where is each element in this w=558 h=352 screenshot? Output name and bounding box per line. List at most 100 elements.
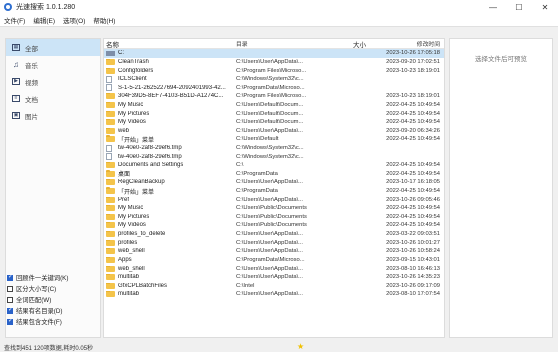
- sidebar-item-image[interactable]: ▣ 图片: [6, 107, 100, 124]
- file-icon: [106, 75, 112, 83]
- folder-icon: [106, 248, 115, 255]
- file-name: My Videos: [118, 119, 146, 126]
- cell-date: 2022-04-25 10:49:54: [386, 222, 440, 229]
- menu-file[interactable]: 文件(F): [0, 15, 29, 25]
- maximize-button[interactable]: ☐: [506, 0, 532, 14]
- menu-options[interactable]: 选项(O): [59, 15, 89, 25]
- star-icon[interactable]: ★: [297, 342, 304, 352]
- cell-dir: C:\Users\User\AppData\...: [236, 58, 304, 65]
- table-row[interactable]: multitab C:\Users\User\AppData\... 2023-10…: [104, 273, 444, 282]
- column-header-size[interactable]: 大小: [340, 39, 366, 49]
- minimize-button[interactable]: —: [480, 0, 506, 14]
- folder-icon: [106, 58, 115, 65]
- menu-help[interactable]: 帮助(H): [89, 15, 119, 25]
- table-row[interactable]: Pref C:\Users\User\AppData\... 2023-10-26 …: [104, 195, 444, 204]
- cell-dir: C:\ProgramData: [236, 170, 278, 177]
- table-row[interactable]: My Videos C:\Users\Default\Docum... 2022-0…: [104, 118, 444, 127]
- file-name: tw-40e0-2af8-29ef6.tmp: [118, 145, 182, 151]
- cell-name: My Videos: [104, 119, 236, 126]
- table-row[interactable]: 「开始」菜单 C:\ProgramData 2022-04-25 10:49:54: [104, 187, 444, 196]
- table-row[interactable]: web C:\Users\User\AppData\... 2023-09-20 0…: [104, 126, 444, 135]
- column-header-dir[interactable]: 目录: [236, 39, 340, 48]
- table-row[interactable]: S-1-5-21-2625227694-2092401993-42... C:\P…: [104, 83, 444, 92]
- checkbox[interactable]: [7, 307, 13, 314]
- table-row[interactable]: Configfolders C:\Program Files\Microso...…: [104, 66, 444, 75]
- cell-name: Configfolders: [104, 67, 236, 74]
- file-results-list[interactable]: 名称 目录 大小 修改时间 C: 2023-10-26 17:05:18 Clean…: [103, 38, 445, 338]
- table-row[interactable]: profiles_to_delete C:\Users\User\AppData\…: [104, 230, 444, 239]
- cell-dir: C:\Users\Public\Documents: [236, 205, 307, 212]
- column-header-name[interactable]: 名称: [104, 39, 236, 49]
- table-row[interactable]: GfxCPLBatchFiles C:\Intel 2023-10-26 09:17…: [104, 281, 444, 290]
- file-name: 「开始」菜单: [118, 189, 155, 196]
- table-row[interactable]: multitab C:\Users\User\AppData\... 2023-08…: [104, 290, 444, 299]
- file-name: My Videos: [118, 222, 146, 229]
- cell-name: 桌面: [104, 169, 236, 178]
- option-whole-word[interactable]: 全词匹配(W): [5, 294, 101, 305]
- sidebar-item-document[interactable]: ≡ 文档: [6, 90, 100, 107]
- option-label: 结果有名目录(D): [16, 308, 63, 315]
- cell-date: 2022-04-25 10:49:54: [386, 110, 440, 117]
- option-case-sensitive[interactable]: 区分大小写(C): [5, 283, 101, 294]
- cell-dir: C:\Windows\System32\c...: [236, 145, 304, 151]
- option-label: 全词匹配(W): [16, 297, 52, 304]
- cell-date: 2023-09-15 10:43:01: [386, 256, 440, 263]
- cell-name: 304F39D5-8EF7-4103-B51D-A1274C...: [104, 93, 236, 100]
- sidebar-item-video[interactable]: ▶ 视频: [6, 73, 100, 90]
- checkbox[interactable]: [7, 274, 13, 281]
- column-header-date[interactable]: 修改时间: [366, 39, 444, 48]
- cell-name: My Videos: [104, 222, 236, 229]
- table-row[interactable]: CleanTrash C:\Users\User\AppData\... 2023-…: [104, 58, 444, 67]
- table-row[interactable]: My Videos C:\Users\Public\Documents 2022-0…: [104, 221, 444, 230]
- cell-date: 2022-04-25 10:49:54: [386, 136, 440, 143]
- all-icon: ▦: [12, 44, 20, 51]
- option-single-keyword[interactable]: 回顾件一关键词(K): [5, 272, 101, 283]
- list-rows: C: 2023-10-26 17:05:18 CleanTrash C:\Users\…: [104, 49, 444, 299]
- checkbox[interactable]: [7, 318, 13, 325]
- file-name: RegCleanBackup: [118, 179, 165, 186]
- folder-icon: [106, 282, 115, 289]
- table-row[interactable]: My Music C:\Users\Default\Docum... 2022-04…: [104, 101, 444, 110]
- sidebar-item-music[interactable]: ♫ 音乐: [6, 56, 100, 73]
- table-row[interactable]: My Pictures C:\Users\Default\Docum... 2022…: [104, 109, 444, 118]
- cell-name: web_shell: [104, 265, 236, 272]
- cell-date: 2023-10-26 10:58:24: [386, 248, 440, 255]
- option-include-files[interactable]: 结果包含文件(F): [5, 316, 101, 327]
- cell-name: My Music: [104, 205, 236, 212]
- cell-dir: C:\Users\User\AppData\...: [236, 231, 304, 238]
- table-row[interactable]: C: 2023-10-26 17:05:18: [104, 49, 444, 58]
- cell-name: My Pictures: [104, 213, 236, 220]
- sidebar-item-label: 视频: [25, 79, 38, 87]
- menu-edit[interactable]: 编辑(E): [29, 15, 59, 25]
- table-row[interactable]: profiles C:\Users\User\AppData\... 2023-10…: [104, 238, 444, 247]
- folder-icon: [106, 93, 115, 100]
- table-row[interactable]: Documents and Settings C:\ 2022-04-25 10:4…: [104, 161, 444, 170]
- sidebar-item-label: 文档: [25, 96, 38, 104]
- table-row[interactable]: Apps C:\ProgramData\Microso... 2023-09-15 …: [104, 256, 444, 265]
- table-row[interactable]: web_shell C:\Users\User\AppData\... 2023-0…: [104, 264, 444, 273]
- table-row[interactable]: My Music C:\Users\Public\Documents 2022-04…: [104, 204, 444, 213]
- table-row[interactable]: My Pictures C:\Users\Public\Documents 2022…: [104, 213, 444, 222]
- cell-name: Documents and Settings: [104, 162, 236, 169]
- close-button[interactable]: ✕: [532, 0, 558, 14]
- checkbox[interactable]: [7, 285, 13, 292]
- table-row[interactable]: 304F39D5-8EF7-4103-B51D-A1274C... C:\Prog…: [104, 92, 444, 101]
- table-row[interactable]: tw-40e0-2af8-29ef6.tmp C:\Windows\System3…: [104, 144, 444, 153]
- table-row[interactable]: RegCleanBackup C:\Users\User\AppData\... 2…: [104, 178, 444, 187]
- table-row[interactable]: ICLSClient C:\Windows\System32\c...: [104, 75, 444, 84]
- checkbox[interactable]: [7, 296, 13, 303]
- table-row[interactable]: 「开始」菜单 C:\Users\Default 2022-04-25 10:49:5…: [104, 135, 444, 144]
- cell-dir: C:\Users\User\AppData\...: [236, 196, 304, 203]
- option-include-dirs[interactable]: 结果有名目录(D): [5, 305, 101, 316]
- file-name: 桌面: [118, 172, 131, 179]
- sidebar-item-all[interactable]: ▦ 全部: [6, 39, 100, 56]
- file-name: ICLSClient: [118, 76, 147, 83]
- cell-name: ICLSClient: [104, 75, 236, 83]
- folder-icon: [106, 179, 115, 186]
- folder-icon: [106, 162, 115, 169]
- cell-dir: C:\ProgramData: [236, 188, 278, 195]
- cell-date: 2022-04-25 10:49:54: [386, 119, 440, 126]
- table-row[interactable]: 桌面 C:\ProgramData 2022-04-25 10:49:54: [104, 169, 444, 178]
- table-row[interactable]: web_shell C:\Users\User\AppData\... 2023-1…: [104, 247, 444, 256]
- table-row[interactable]: tw-40e0-2af8-29ef6.tmp C:\Windows\System3…: [104, 152, 444, 161]
